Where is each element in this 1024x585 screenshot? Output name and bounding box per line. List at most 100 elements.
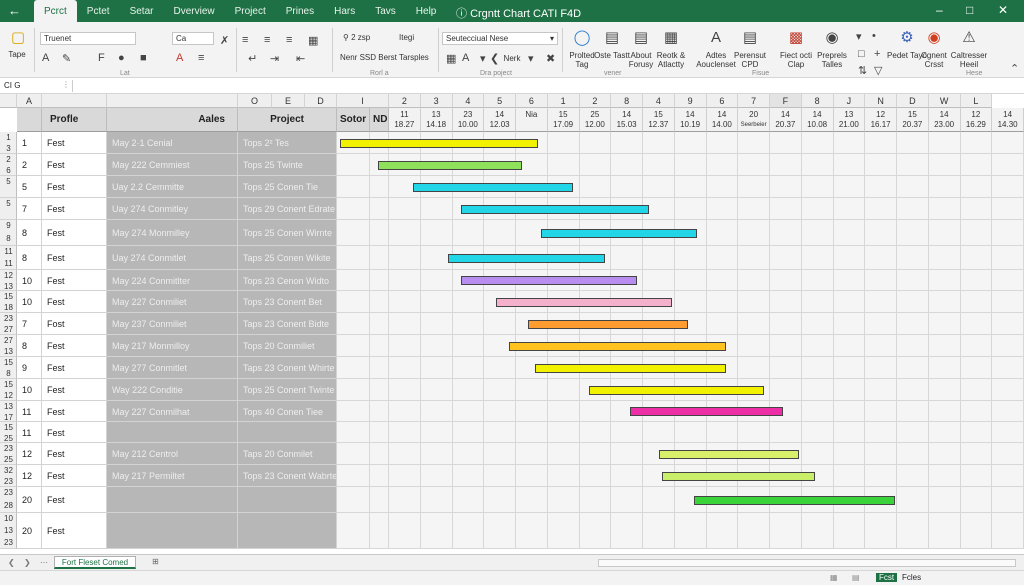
timeline-cell[interactable] <box>611 132 643 154</box>
tab-dverview[interactable]: Dverview <box>163 0 224 22</box>
timeline-cell[interactable] <box>897 401 929 422</box>
timeline-cell[interactable] <box>611 465 643 487</box>
gantt-task-bar[interactable] <box>534 363 726 373</box>
column-header[interactable]: D <box>305 94 337 108</box>
timeline-cell[interactable] <box>897 291 929 313</box>
nd-cell[interactable] <box>370 401 389 422</box>
column-header[interactable]: J <box>833 94 866 108</box>
timeline-cell[interactable] <box>579 487 612 513</box>
profile-cell[interactable]: Fest <box>42 154 107 176</box>
timeline-cell[interactable] <box>420 443 453 465</box>
timeline-cell[interactable] <box>897 154 929 176</box>
timeline-cell[interactable] <box>706 422 739 443</box>
row-id-cell[interactable]: 10 <box>17 291 42 313</box>
wrap-icon[interactable]: ↵ <box>248 52 257 65</box>
timeline-cell[interactable] <box>420 465 453 487</box>
timeline-cell[interactable] <box>865 465 897 487</box>
sales-cell[interactable]: Way 222 Conditie <box>107 379 238 401</box>
timeline-cell[interactable] <box>547 132 580 154</box>
timeline-cell[interactable] <box>833 513 866 549</box>
sector-cell[interactable] <box>337 465 370 487</box>
timeline-cell[interactable] <box>992 154 1024 176</box>
sales-cell[interactable]: May 277 Conmitlet <box>107 357 238 379</box>
timeline-cell[interactable] <box>547 422 580 443</box>
italic-icon[interactable]: F <box>98 52 105 64</box>
timeline-cell[interactable] <box>770 198 802 220</box>
timeline-cell[interactable] <box>897 487 929 513</box>
timeline-cell[interactable] <box>833 465 866 487</box>
sales-cell[interactable]: May 227 Conmilhat <box>107 401 238 422</box>
column-header[interactable]: 6 <box>706 94 739 108</box>
nd-cell[interactable] <box>370 379 389 401</box>
nd-cell[interactable] <box>370 465 389 487</box>
timeline-cell[interactable] <box>611 154 643 176</box>
timeline-cell[interactable] <box>801 198 834 220</box>
timeline-cell[interactable] <box>579 465 612 487</box>
timeline-cell[interactable] <box>865 176 897 198</box>
project-cell[interactable]: Taps 23 Conent Bidte <box>238 313 337 335</box>
formula-input[interactable] <box>72 80 1020 92</box>
timeline-cell[interactable] <box>579 176 612 198</box>
filter-icon[interactable]: ▽ <box>874 64 882 77</box>
column-header[interactable] <box>42 94 107 108</box>
timeline-cell[interactable] <box>516 487 548 513</box>
timeline-cell[interactable] <box>833 270 866 291</box>
project-cell[interactable]: Tops 23 Conent Bet <box>238 291 337 313</box>
timeline-cell[interactable] <box>928 465 961 487</box>
timeline-cell[interactable] <box>420 313 453 335</box>
profile-cell[interactable]: Fest <box>42 220 107 246</box>
timeline-cell[interactable] <box>643 154 675 176</box>
column-header[interactable]: 4 <box>452 94 485 108</box>
layout-view-icon[interactable]: ▤ <box>852 573 860 582</box>
timeline-cell[interactable] <box>674 154 707 176</box>
timeline-cell[interactable] <box>389 291 421 313</box>
timeline-cell[interactable] <box>992 270 1024 291</box>
timeline-cell[interactable] <box>865 443 897 465</box>
tab-prines[interactable]: Prines <box>276 0 324 22</box>
timeline-cell[interactable] <box>452 487 485 513</box>
profile-cell[interactable]: Fest <box>42 246 107 270</box>
timeline-cell[interactable] <box>674 198 707 220</box>
timeline-cell[interactable] <box>452 357 485 379</box>
timeline-cell[interactable] <box>992 291 1024 313</box>
timeline-cell[interactable] <box>516 422 548 443</box>
timeline-cell[interactable] <box>579 513 612 549</box>
row-header[interactable]: 15 8 <box>0 357 17 379</box>
timeline-cell[interactable] <box>674 270 707 291</box>
profile-cell[interactable]: Fest <box>42 379 107 401</box>
timeline-cell[interactable] <box>770 313 802 335</box>
timeline-cell[interactable] <box>897 379 929 401</box>
nd-cell[interactable] <box>370 198 389 220</box>
timeline-cell[interactable] <box>706 246 739 270</box>
row-header[interactable]: 15 12 <box>0 379 17 401</box>
outdent-icon[interactable]: ⇤ <box>296 52 305 65</box>
gantt-task-bar[interactable] <box>694 495 896 505</box>
sector-cell[interactable] <box>337 379 370 401</box>
timeline-cell[interactable] <box>928 401 961 422</box>
column-header[interactable]: W <box>928 94 961 108</box>
nd-cell[interactable] <box>370 335 389 357</box>
profile-cell[interactable]: Fest <box>42 401 107 422</box>
row-header[interactable]: 15 18 <box>0 291 17 313</box>
more-sheets-icon[interactable]: ⋯ <box>40 558 48 567</box>
sector-cell[interactable] <box>337 270 370 291</box>
indent-icon[interactable]: ⇥ <box>270 52 279 65</box>
sector-cell[interactable] <box>337 220 370 246</box>
timeline-cell[interactable] <box>928 246 961 270</box>
timeline-cell[interactable] <box>992 246 1024 270</box>
timeline-cell[interactable] <box>420 357 453 379</box>
sales-cell[interactable]: Uay 2.2 Cemmitte <box>107 176 238 198</box>
timeline-cell[interactable] <box>674 176 707 198</box>
timeline-cell[interactable] <box>643 422 675 443</box>
copy-icon[interactable]: □ <box>858 48 865 60</box>
font-size-select[interactable]: Ca <box>172 32 214 45</box>
back-icon[interactable]: ❮ <box>490 52 499 65</box>
timeline-cell[interactable] <box>579 443 612 465</box>
project-cell[interactable]: Tops 40 Conen Tiee <box>238 401 337 422</box>
tab-setar[interactable]: Setar <box>120 0 164 22</box>
timeline-cell[interactable] <box>643 132 675 154</box>
timeline-cell[interactable] <box>389 198 421 220</box>
timeline-cell[interactable] <box>960 220 993 246</box>
timeline-cell[interactable] <box>674 513 707 549</box>
warning-icon[interactable]: ⚠ <box>959 28 979 46</box>
